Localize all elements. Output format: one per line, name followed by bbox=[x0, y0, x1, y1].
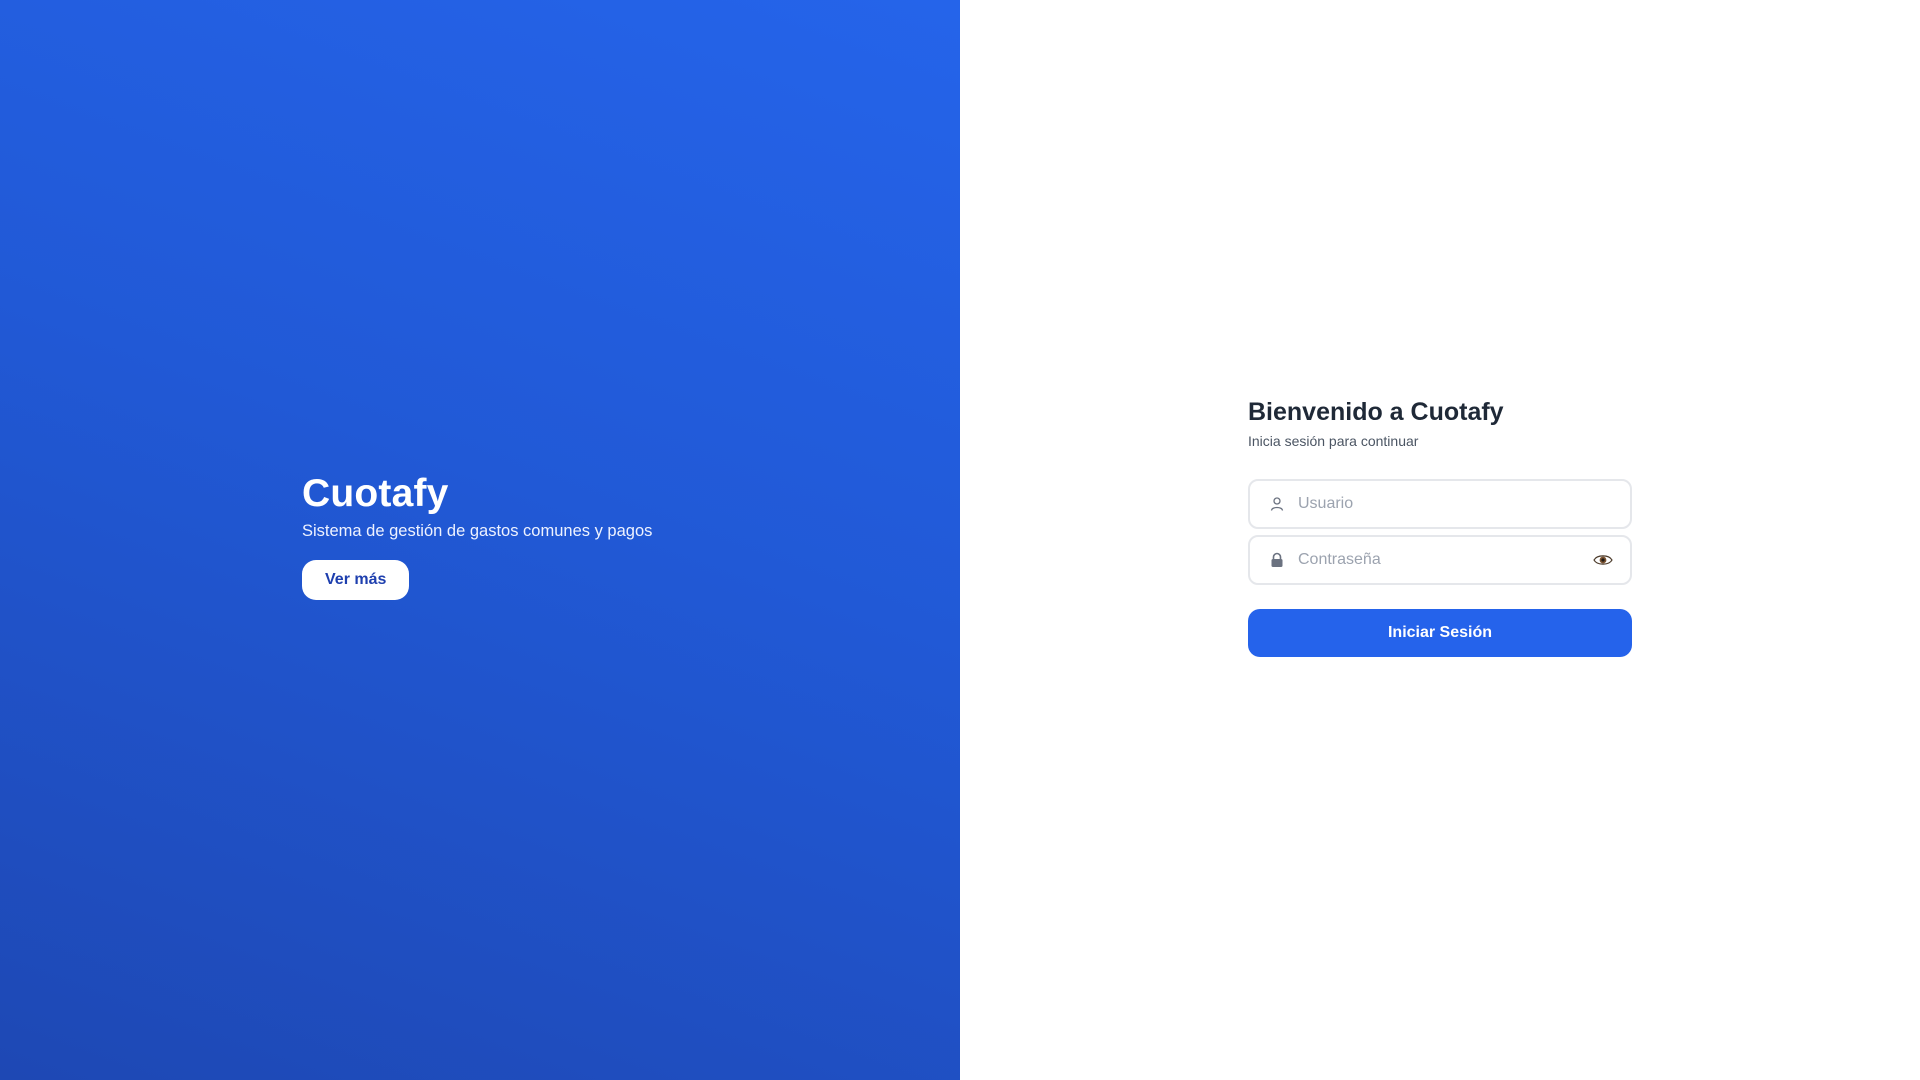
login-panel: Bienvenido a Cuotafy Inicia sesión para … bbox=[960, 0, 1920, 1080]
password-field[interactable] bbox=[1248, 535, 1632, 585]
login-form: Bienvenido a Cuotafy Inicia sesión para … bbox=[1248, 395, 1632, 657]
login-submit-button[interactable]: Iniciar Sesión bbox=[1248, 609, 1632, 657]
ver-mas-button[interactable]: Ver más bbox=[302, 560, 410, 600]
login-page: Cuotafy Sistema de gestión de gastos com… bbox=[0, 0, 1920, 1080]
hero-panel: Cuotafy Sistema de gestión de gastos com… bbox=[0, 0, 960, 1080]
lock-icon bbox=[1268, 551, 1286, 569]
login-title: Bienvenido a Cuotafy bbox=[1248, 398, 1504, 426]
hero-content: Cuotafy Sistema de gestión de gastos com… bbox=[302, 470, 802, 600]
eye-icon[interactable] bbox=[1592, 549, 1614, 571]
username-input[interactable] bbox=[1298, 495, 1614, 513]
username-field[interactable] bbox=[1248, 479, 1632, 529]
login-subtitle: Inicia sesión para continuar bbox=[1248, 433, 1419, 449]
brand-title: Cuotafy bbox=[302, 472, 449, 515]
password-input[interactable] bbox=[1298, 551, 1592, 569]
user-icon bbox=[1268, 495, 1286, 513]
brand-tagline: Sistema de gestión de gastos comunes y p… bbox=[302, 522, 653, 540]
